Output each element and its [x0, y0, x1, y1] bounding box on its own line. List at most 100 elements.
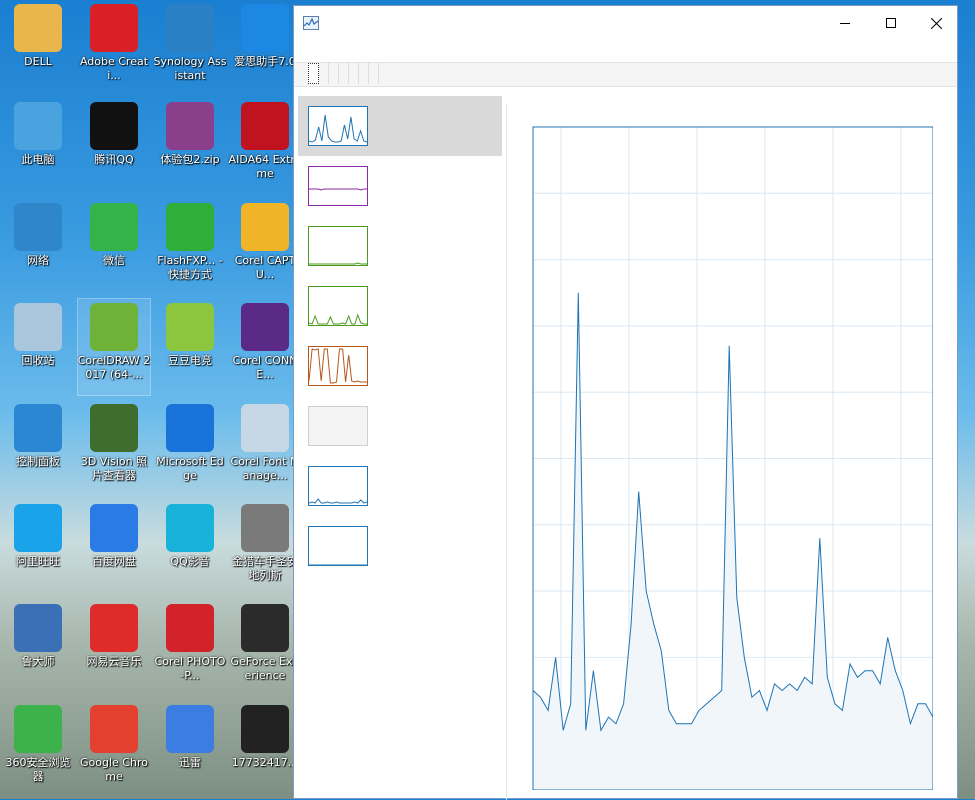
pane-divider[interactable] — [506, 104, 507, 800]
sparkline — [309, 114, 367, 143]
desktop-icon[interactable]: 体验包2.zip — [154, 98, 226, 194]
adobe-cc-icon — [90, 4, 138, 52]
folder-icon — [14, 4, 62, 52]
sparkline-line — [309, 498, 367, 504]
desktop-icon-label: Corel Font Manage... — [230, 455, 300, 482]
desktop-icon[interactable]: 爱思助手7.0 — [229, 0, 301, 96]
sidebar-item[interactable] — [298, 456, 502, 516]
performance-monitor-window[interactable] — [293, 5, 958, 800]
qq-player-icon — [166, 504, 214, 552]
desktop-icon[interactable]: 鲁大师 — [2, 600, 74, 696]
desktop-icon-label: 腾讯QQ — [94, 153, 134, 166]
desktop-icon-label: Corel CONNE... — [232, 354, 298, 381]
desktop-icon[interactable]: Corel PHOTO-P... — [154, 600, 226, 696]
thumb-ethernet — [308, 346, 368, 386]
maximize-button[interactable] — [868, 6, 914, 40]
desktop-icon-label: 3D Vision 照片查看器 — [80, 455, 148, 482]
desktop-icon[interactable]: Corel CONNE... — [229, 299, 301, 395]
desktop: DELL Adobe Creati... Synology Assistant 爱思助… — [0, 0, 301, 799]
thumb-disk-1 — [308, 286, 368, 326]
sidebar-item[interactable] — [298, 96, 502, 156]
desktop-icon-label: Microsoft Edge — [156, 455, 224, 482]
sidebar-item[interactable] — [298, 336, 502, 396]
desktop-icon-label: Corel PHOTO-P... — [154, 655, 226, 682]
desktop-icon[interactable]: FlashFXP... - 快捷方式 — [154, 199, 226, 295]
sidebar-item[interactable] — [298, 516, 502, 576]
desktop-icon[interactable]: 豆豆电竞 — [154, 299, 226, 395]
desktop-icon-label: 微信 — [103, 254, 125, 267]
desktop-icon-label: 17732417... — [231, 756, 299, 769]
desktop-icon-label: 豆豆电竞 — [168, 354, 212, 367]
desktop-icon-label: 迅雷 — [179, 756, 201, 769]
sidebar-item[interactable] — [298, 156, 502, 216]
desktop-icon-label: GeForce Experience — [230, 655, 300, 682]
desktop-icon-label: AIDA64 Extreme — [228, 153, 302, 180]
desktop-icon[interactable]: DELL — [2, 0, 74, 96]
corel-font-manager-icon — [241, 404, 289, 452]
thumb-cpu — [308, 106, 368, 146]
desktop-icon[interactable]: 百度网盘 — [78, 500, 150, 596]
desktop-icon-label: 控制面板 — [16, 455, 60, 468]
computer-icon — [14, 102, 62, 150]
sparkline-line — [309, 348, 367, 384]
desktop-icon[interactable]: Corel CAPTU... — [229, 199, 301, 295]
desktop-icon[interactable]: CorelDRAW 2017 (64-... — [77, 298, 151, 396]
desktop-icon-label: DELL — [24, 55, 52, 68]
thumb-empty — [308, 406, 368, 446]
desktop-icon[interactable]: Microsoft Edge — [154, 400, 226, 496]
desktop-icon-label: 百度网盘 — [92, 555, 136, 568]
desktop-icon[interactable]: 金猎车手圣安地列斯 — [229, 500, 301, 596]
perfmon-icon — [303, 16, 319, 30]
sparkline — [309, 262, 367, 265]
desktop-icon[interactable]: 3D Vision 照片查看器 — [78, 400, 150, 496]
thumb-memory — [308, 166, 368, 206]
corel-photo-paint-icon — [166, 604, 214, 652]
thumb-gpu-0 — [308, 466, 368, 506]
minimize-button[interactable] — [822, 6, 868, 40]
desktop-icon[interactable]: 此电脑 — [2, 98, 74, 194]
wechat-icon — [90, 203, 138, 251]
desktop-icon-label: 爱思助手7.0 — [234, 55, 296, 68]
desktop-icon[interactable]: Google Chrome — [78, 701, 150, 797]
desktop-icon[interactable]: 迅雷 — [154, 701, 226, 797]
toolbar-button[interactable] — [368, 63, 379, 84]
desktop-icon[interactable]: 网络 — [2, 199, 74, 295]
winrar-archive-icon — [166, 102, 214, 150]
desktop-icon-label: CorelDRAW 2017 (64-... — [77, 354, 151, 381]
sparkline — [309, 564, 367, 565]
close-button[interactable] — [913, 6, 959, 40]
desktop-icon-label: 阿里旺旺 — [16, 555, 60, 568]
sparkline-line — [309, 262, 367, 265]
desktop-icon[interactable]: 微信 — [78, 199, 150, 295]
desktop-icon[interactable]: 回收站 — [2, 299, 74, 395]
desktop-icon[interactable]: QQ影音 — [154, 500, 226, 596]
geforce-icon — [241, 604, 289, 652]
desktop-icon[interactable]: 控制面板 — [2, 400, 74, 496]
desktop-icon[interactable]: 腾讯QQ — [78, 98, 150, 194]
edge-icon — [166, 404, 214, 452]
desktop-icon[interactable]: 17732417... — [229, 701, 301, 797]
resource-sidebar — [298, 95, 502, 795]
sidebar-item[interactable] — [298, 396, 502, 456]
desktop-icon[interactable]: Synology Assistant — [154, 0, 226, 96]
sidebar-item[interactable] — [298, 276, 502, 336]
desktop-icon[interactable]: 阿里旺旺 — [2, 500, 74, 596]
chrome-icon — [90, 705, 138, 753]
sidebar-item[interactable] — [298, 216, 502, 276]
desktop-icon[interactable]: GeForce Experience — [229, 600, 301, 696]
thumb-disk-0 — [308, 226, 368, 266]
desktop-icon[interactable]: 360安全浏览器 — [2, 701, 74, 797]
desktop-icon-label: 回收站 — [21, 354, 55, 367]
desktop-icon-label: 金猎车手圣安地列斯 — [232, 555, 298, 582]
corel-connect-icon — [241, 303, 289, 351]
desktop-icon[interactable]: AIDA64 Extreme — [229, 98, 301, 194]
sparkline — [309, 313, 367, 325]
desktop-icon-label: Adobe Creati... — [79, 55, 149, 82]
pacman-game-icon — [166, 303, 214, 351]
desktop-icon-label: 此电脑 — [21, 153, 55, 166]
title-bar[interactable] — [294, 6, 957, 40]
desktop-icon[interactable]: Corel Font Manage... — [229, 400, 301, 496]
desktop-icon[interactable]: Adobe Creati... — [78, 0, 150, 96]
desktop-icon[interactable]: 网易云音乐 — [78, 600, 150, 696]
toolbar — [294, 62, 957, 87]
